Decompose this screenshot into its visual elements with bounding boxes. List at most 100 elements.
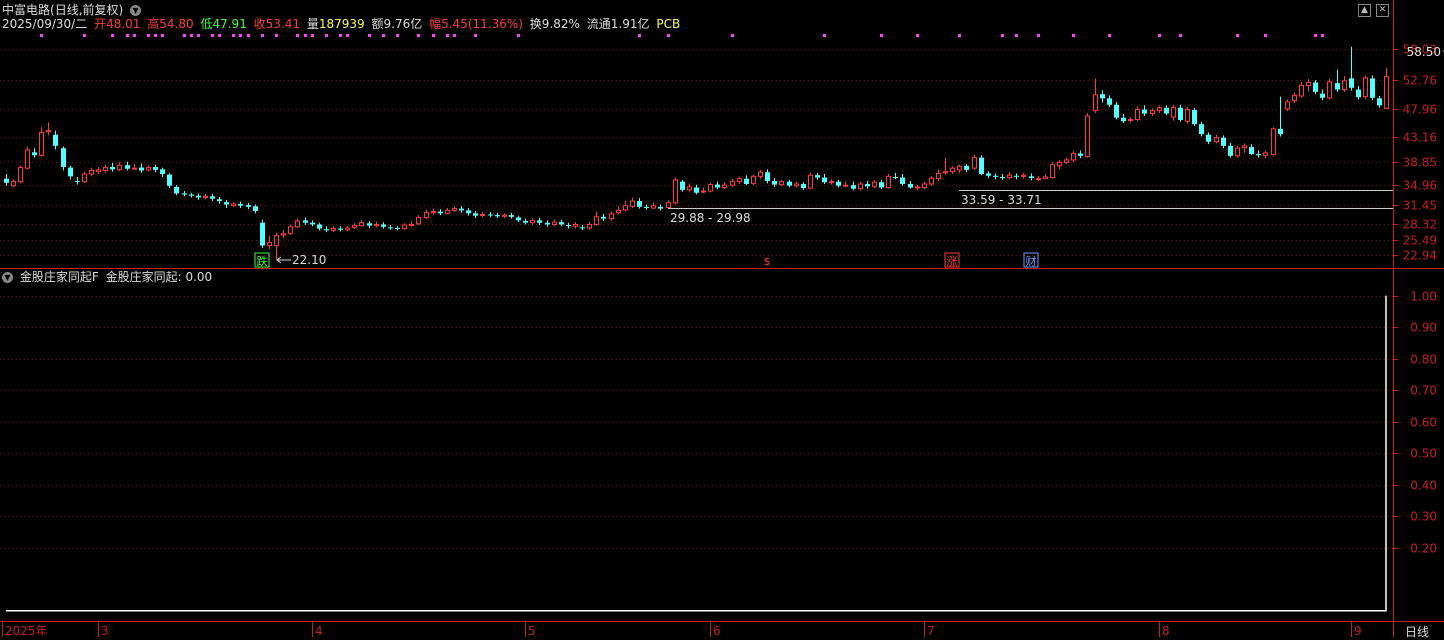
candle-body bbox=[210, 196, 215, 199]
event-marker: $ bbox=[764, 255, 771, 268]
event-dot bbox=[1037, 34, 1040, 37]
indicator-tick-label: 0.40 bbox=[1410, 479, 1437, 493]
time-axis-label: 3 bbox=[101, 624, 109, 637]
candle-body bbox=[1185, 108, 1190, 122]
candle-body bbox=[787, 181, 792, 186]
quote-close: 收53.41 bbox=[253, 17, 301, 31]
candle-body bbox=[744, 178, 749, 184]
candle-body bbox=[480, 213, 485, 216]
candle-body bbox=[295, 220, 300, 228]
candle-body bbox=[153, 166, 158, 170]
candle-body bbox=[1306, 82, 1311, 86]
candle-body bbox=[986, 173, 991, 176]
quote-low: 低47.91 bbox=[200, 17, 247, 31]
event-dot bbox=[1108, 34, 1111, 37]
quote-float: 流通1.91亿 bbox=[586, 17, 650, 31]
candle-body bbox=[260, 222, 265, 246]
candle-body bbox=[438, 211, 443, 214]
event-dot bbox=[247, 34, 250, 37]
candle-body bbox=[836, 181, 841, 186]
candle-body bbox=[402, 224, 407, 230]
indicator-tick-label: 0.90 bbox=[1410, 321, 1437, 335]
candle-body bbox=[545, 222, 550, 225]
event-dot bbox=[1321, 34, 1324, 37]
candle-body bbox=[459, 208, 464, 211]
indicator-tick-label: 0.30 bbox=[1410, 510, 1437, 524]
candle-body bbox=[288, 226, 293, 234]
candle-body bbox=[722, 184, 727, 189]
event-marker: 财 bbox=[1026, 254, 1037, 268]
candle-body bbox=[1242, 145, 1247, 149]
quote-high: 高54.80 bbox=[147, 17, 194, 31]
candle-body bbox=[1043, 176, 1048, 180]
candle-body bbox=[445, 209, 450, 214]
event-dot bbox=[368, 34, 371, 37]
candle-body bbox=[1192, 110, 1197, 125]
candle-body bbox=[196, 195, 201, 198]
candle-body bbox=[345, 227, 350, 231]
time-axis-label: 4 bbox=[315, 624, 323, 637]
time-axis-label: 7 bbox=[927, 624, 935, 637]
event-dot bbox=[667, 34, 670, 37]
chevron-down-icon[interactable]: ▼ bbox=[2, 272, 13, 283]
quote-volume: 量187939 bbox=[306, 17, 365, 31]
time-axis-label: 2025年 bbox=[5, 624, 48, 637]
indicator-name[interactable]: 金股庄家同起F bbox=[20, 270, 99, 284]
indicator-tick-label: 0.80 bbox=[1410, 353, 1437, 367]
period-button[interactable]: 日线 bbox=[1405, 623, 1429, 640]
candle-body bbox=[936, 172, 941, 180]
event-dot bbox=[126, 34, 129, 37]
quote-bar: 2025/09/30/二 开48.01 高54.80 低47.91 收53.41… bbox=[2, 17, 683, 31]
chevron-down-icon[interactable]: ▼ bbox=[130, 5, 142, 16]
candle-body bbox=[673, 179, 678, 204]
candle-body bbox=[167, 174, 172, 186]
candle-body bbox=[281, 233, 286, 236]
event-dot bbox=[154, 34, 157, 37]
candle-body bbox=[103, 167, 108, 171]
chevron-up-icon[interactable]: ▲ bbox=[1358, 4, 1371, 17]
close-icon[interactable]: ✕ bbox=[1376, 4, 1389, 17]
candle-body bbox=[822, 177, 827, 183]
price-tick-label: 25.49 bbox=[1403, 234, 1437, 248]
candle-body bbox=[964, 165, 969, 170]
candle-body bbox=[39, 131, 44, 156]
candle-body bbox=[666, 202, 671, 208]
price-tick-label: 34.96 bbox=[1403, 179, 1437, 193]
candle-body bbox=[1327, 81, 1332, 99]
candle-body bbox=[637, 200, 642, 207]
candle-body bbox=[1228, 145, 1233, 156]
event-dot bbox=[261, 34, 264, 37]
candle-body bbox=[1029, 176, 1034, 179]
candle-body bbox=[1007, 174, 1012, 179]
candle-body bbox=[687, 186, 692, 191]
event-dot bbox=[275, 34, 278, 37]
candle-body bbox=[388, 227, 393, 229]
event-dot bbox=[296, 34, 299, 37]
candle-body bbox=[146, 167, 151, 171]
candle-body bbox=[1078, 153, 1083, 156]
candle-body bbox=[488, 214, 493, 216]
min-arrow bbox=[276, 256, 291, 264]
price-tick-label: 52.76 bbox=[1403, 74, 1437, 88]
candle-body bbox=[381, 224, 386, 227]
sector-tag[interactable]: PCB bbox=[656, 17, 680, 31]
candle-body bbox=[715, 184, 720, 188]
price-tick-label: 38.85 bbox=[1403, 156, 1437, 170]
candle-body bbox=[1299, 84, 1304, 97]
candle-body bbox=[737, 178, 742, 183]
candle-body bbox=[1142, 109, 1147, 114]
candle-body bbox=[502, 214, 507, 217]
candle-body bbox=[224, 202, 229, 205]
event-dot bbox=[1264, 34, 1267, 37]
candle-body bbox=[132, 167, 137, 170]
candle-body bbox=[1150, 110, 1155, 115]
candle-body bbox=[559, 222, 564, 225]
candle-body bbox=[203, 195, 208, 198]
candle-body bbox=[267, 242, 272, 247]
candle-body bbox=[530, 219, 535, 224]
candle-body bbox=[537, 220, 542, 223]
chart-area: 58.0352.7647.9643.1638.8534.9631.4528.32… bbox=[0, 0, 1444, 637]
stock-name[interactable]: 中富电路 bbox=[2, 3, 50, 17]
candle-body bbox=[1363, 77, 1368, 98]
candle-body bbox=[1014, 175, 1019, 177]
